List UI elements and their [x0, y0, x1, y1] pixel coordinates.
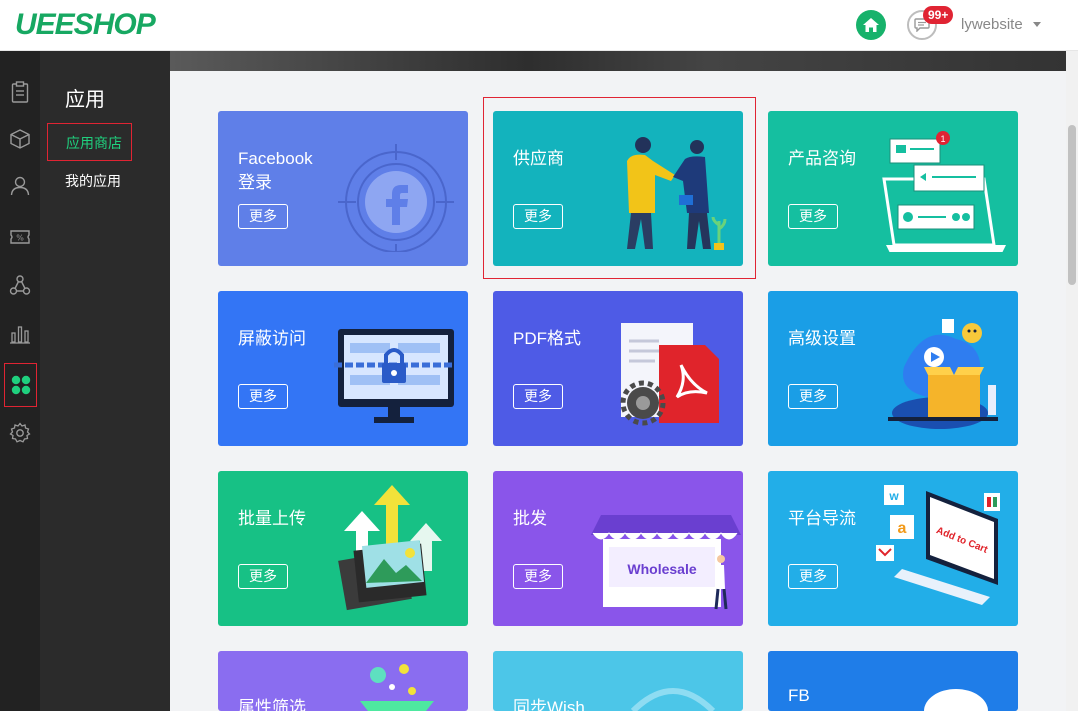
card-title: Facebook 登录 [238, 149, 313, 192]
chart-icon [10, 326, 30, 344]
svg-text:w: w [888, 489, 899, 503]
app-card-fb[interactable]: FB [768, 651, 1018, 711]
card-title: 属性筛选 [238, 698, 306, 711]
home-button[interactable] [856, 10, 886, 40]
app-card-advanced-settings[interactable]: 高级设置 更多 [768, 291, 1018, 446]
fb-icon [924, 689, 988, 711]
scroll-thumb[interactable] [1068, 125, 1076, 285]
app-card-platform-traffic[interactable]: 平台导流 更多 Add to Cart w a [768, 471, 1018, 626]
banner-image [170, 51, 1066, 71]
pdf-icon [620, 323, 719, 426]
wholesale-store-icon: Wholesale [591, 515, 741, 610]
user-menu[interactable]: lywebsite [961, 16, 1023, 33]
selected-card-highlight [483, 97, 756, 279]
card-title: 屏蔽访问 [238, 329, 306, 348]
subnav-item-my-apps[interactable]: 我的应用 [47, 162, 132, 200]
filter-funnel-icon [360, 664, 434, 711]
user-icon [10, 176, 30, 196]
rail-item-products[interactable] [0, 119, 40, 159]
app-card-facebook-login[interactable]: Facebook 登录 更多 [218, 111, 468, 266]
app-card-block-access[interactable]: 屏蔽访问 更多 [218, 291, 468, 446]
app-card-wholesale[interactable]: 批发 更多 Wholesale [493, 471, 743, 626]
subnav-item-app-store[interactable]: 应用商店 [47, 123, 132, 161]
card-title: FB [788, 686, 810, 705]
rail-item-settings[interactable] [0, 413, 40, 453]
more-button[interactable]: 更多 [238, 564, 288, 589]
more-button[interactable]: 更多 [788, 564, 838, 589]
card-title: 高级设置 [788, 329, 856, 348]
more-button[interactable]: 更多 [788, 204, 838, 229]
chevron-down-icon[interactable] [1033, 22, 1041, 27]
rail-item-orders[interactable] [0, 72, 40, 112]
apps-icon [11, 375, 30, 395]
svg-text:a: a [898, 520, 907, 537]
discount-icon: % [10, 230, 30, 244]
svg-text:%: % [16, 234, 24, 243]
more-button[interactable]: 更多 [788, 384, 838, 409]
icon-rail: % [0, 51, 40, 711]
gear-icon [9, 422, 31, 443]
scrollbar[interactable] [1066, 51, 1078, 711]
clipboard-icon [11, 81, 29, 103]
card-title: 同步Wish [513, 698, 585, 711]
upload-photos-icon [338, 485, 442, 611]
svg-text:1: 1 [940, 134, 945, 144]
card-title: 批量上传 [238, 509, 306, 528]
app-card-product-inquiry[interactable]: 产品咨询 更多 1 [768, 111, 1018, 266]
more-button[interactable]: 更多 [513, 564, 563, 589]
locked-monitor-icon [334, 329, 454, 423]
more-button[interactable]: 更多 [513, 384, 563, 409]
app-card-pdf-format[interactable]: PDF格式 更多 [493, 291, 743, 446]
settings-box-icon [888, 319, 998, 429]
chat-laptop-icon: 1 [882, 131, 1006, 252]
more-button[interactable]: 更多 [238, 384, 288, 409]
card-title: PDF格式 [513, 329, 581, 348]
app-card-attribute-filter[interactable]: 属性筛选 [218, 651, 468, 711]
add-to-cart-icon: Add to Cart w a [876, 485, 1000, 605]
box-icon [10, 129, 30, 149]
sub-sidebar: 应用 应用商店 我的应用 [40, 51, 170, 711]
rail-item-apps[interactable] [4, 363, 37, 407]
notification-badge: 99+ [923, 6, 954, 24]
home-icon [863, 18, 879, 32]
wholesale-sign: Wholesale [627, 561, 696, 577]
rail-item-customers[interactable] [0, 166, 40, 206]
top-bar: UEESHOP 99+ lywebsite [0, 0, 1078, 51]
app-card-sync-wish[interactable]: 同步Wish [493, 651, 743, 711]
app-card-bulk-upload[interactable]: 批量上传 更多 [218, 471, 468, 626]
rail-item-distribution[interactable] [0, 265, 40, 305]
rail-item-analytics[interactable] [0, 314, 40, 354]
more-button[interactable]: 更多 [238, 204, 288, 229]
subnav-title: 应用 [65, 89, 105, 111]
network-icon [9, 275, 31, 295]
rail-item-promotions[interactable]: % [0, 217, 40, 257]
logo[interactable]: UEESHOP [15, 8, 156, 42]
facebook-icon [338, 144, 454, 252]
sync-icon [630, 688, 716, 711]
